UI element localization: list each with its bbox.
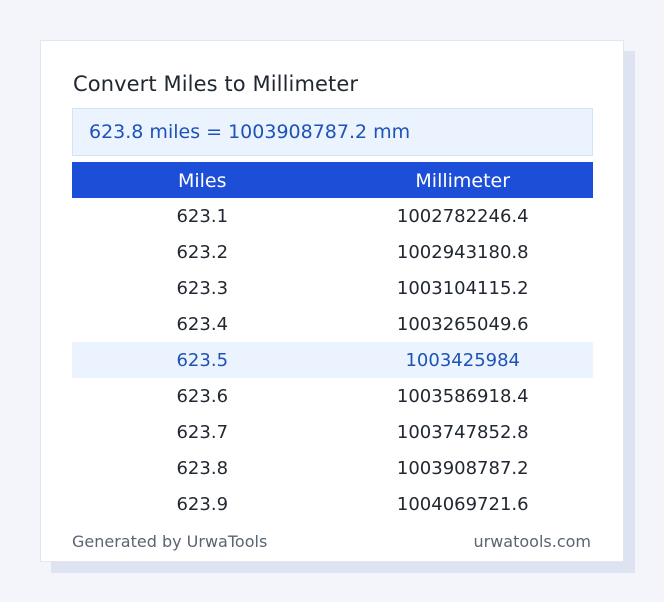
table-row: 623.5 1003425984 <box>72 342 593 378</box>
site-link[interactable]: urwatools.com <box>474 532 592 551</box>
table-row: 623.6 1003586918.4 <box>72 378 593 414</box>
column-header-miles: Miles <box>177 170 227 192</box>
cell-millimeter: 1004069721.6 <box>396 494 529 515</box>
cell-millimeter: 1003425984 <box>405 350 521 371</box>
result-box: 623.8 miles = 1003908787.2 mm <box>72 108 593 156</box>
cell-miles: 623.2 <box>176 242 229 263</box>
cell-miles: 623.8 <box>176 458 229 479</box>
generated-by-text: Generated by UrwaTools <box>72 532 268 551</box>
cell-miles: 623.7 <box>176 422 229 443</box>
table-header: Miles Millimeter <box>72 162 593 198</box>
cell-miles: 623.4 <box>176 314 229 335</box>
conversion-card: Convert Miles to Millimeter 623.8 miles … <box>40 40 624 562</box>
table-row: 623.8 1003908787.2 <box>72 450 593 486</box>
table-row: 623.2 1002943180.8 <box>72 234 593 270</box>
table-body: 623.1 1002782246.4 623.2 1002943180.8 623.3 1… <box>72 198 593 522</box>
table-row: 623.7 1003747852.8 <box>72 414 593 450</box>
cell-millimeter: 1003104115.2 <box>396 278 529 299</box>
cell-millimeter: 1002782246.4 <box>396 206 529 227</box>
cell-miles: 623.9 <box>176 494 229 515</box>
table-row: 623.1 1002782246.4 <box>72 198 593 234</box>
conversion-table: Miles Millimeter 623.1 1002782246.4 623.2 1… <box>72 162 593 522</box>
cell-millimeter: 1003586918.4 <box>396 386 529 407</box>
result-text: 623.8 miles = 1003908787.2 mm <box>89 121 411 143</box>
cell-miles: 623.5 <box>176 350 229 371</box>
column-header-millimeter: Millimeter <box>415 170 511 192</box>
table-row: 623.3 1003104115.2 <box>72 270 593 306</box>
cell-millimeter: 1003265049.6 <box>396 314 529 335</box>
table-row: 623.9 1004069721.6 <box>72 486 593 522</box>
cell-miles: 623.1 <box>176 206 229 227</box>
cell-millimeter: 1003908787.2 <box>396 458 529 479</box>
cell-millimeter: 1002943180.8 <box>396 242 529 263</box>
cell-miles: 623.6 <box>176 386 229 407</box>
cell-miles: 623.3 <box>176 278 229 299</box>
cell-millimeter: 1003747852.8 <box>396 422 529 443</box>
table-row: 623.4 1003265049.6 <box>72 306 593 342</box>
card-title: Convert Miles to Millimeter <box>73 72 359 96</box>
